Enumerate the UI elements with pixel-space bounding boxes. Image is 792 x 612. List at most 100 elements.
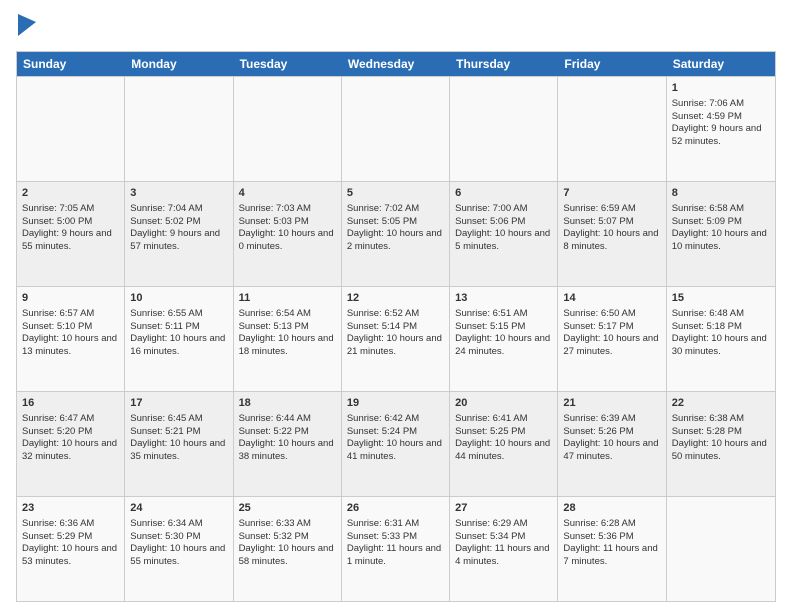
day-info: Sunrise: 7:00 AM Sunset: 5:06 PM Dayligh… — [455, 203, 550, 252]
calendar-day-cell: 10Sunrise: 6:55 AM Sunset: 5:11 PM Dayli… — [125, 287, 233, 391]
day-info: Sunrise: 6:48 AM Sunset: 5:18 PM Dayligh… — [672, 308, 767, 357]
calendar-day-cell: 27 Sunrise: 6:29 AM Sunset: 5:34 PM Dayli… — [450, 497, 558, 601]
day-info: Sunrise: 6:29 AM Sunset: 5:34 PM Dayligh… — [455, 518, 549, 567]
day-number: 12 — [347, 291, 444, 306]
day-info: Sunrise: 6:55 AM Sunset: 5:11 PM Dayligh… — [130, 308, 225, 357]
day-info: Sunrise: 6:36 AM Sunset: 5:29 PM Dayligh… — [22, 518, 117, 567]
calendar-day-cell: 15 Sunrise: 6:48 AM Sunset: 5:18 PM Dayli… — [667, 287, 775, 391]
calendar-row: 2Sunrise: 7:05 AM Sunset: 5:00 PM Daylig… — [17, 181, 775, 286]
day-info: Sunrise: 7:02 AM Sunset: 5:05 PM Dayligh… — [347, 203, 442, 252]
day-info: Sunrise: 6:31 AM Sunset: 5:33 PM Dayligh… — [347, 518, 441, 567]
weekday-header: Monday — [125, 52, 233, 76]
day-info: Sunrise: 6:51 AM Sunset: 5:15 PM Dayligh… — [455, 308, 550, 357]
calendar-day-cell: 20 Sunrise: 6:41 AM Sunset: 5:25 PM Dayli… — [450, 392, 558, 496]
day-number: 5 — [347, 186, 444, 201]
calendar-day-cell: 11 Sunrise: 6:54 AM Sunset: 5:13 PM Dayli… — [234, 287, 342, 391]
day-number: 8 — [672, 186, 770, 201]
empty-cell — [17, 77, 125, 181]
calendar-day-cell: 16 Sunrise: 6:47 AM Sunset: 5:20 PM Dayli… — [17, 392, 125, 496]
day-number: 6 — [455, 186, 552, 201]
day-info: Sunrise: 6:52 AM Sunset: 5:14 PM Dayligh… — [347, 308, 442, 357]
calendar-day-cell: 9 Sunrise: 6:57 AM Sunset: 5:10 PM Daylig… — [17, 287, 125, 391]
calendar: SundayMondayTuesdayWednesdayThursdayFrid… — [16, 51, 776, 602]
weekday-header: Thursday — [450, 52, 558, 76]
day-info: Sunrise: 6:41 AM Sunset: 5:25 PM Dayligh… — [455, 413, 550, 462]
calendar-row: 1 Sunrise: 7:06 AM Sunset: 4:59 PM Daylig… — [17, 76, 775, 181]
day-info: Sunrise: 6:39 AM Sunset: 5:26 PM Dayligh… — [563, 413, 658, 462]
day-info: Sunrise: 6:57 AM Sunset: 5:10 PM Dayligh… — [22, 308, 117, 357]
day-info: Sunrise: 6:45 AM Sunset: 5:21 PM Dayligh… — [130, 413, 225, 462]
day-info: Sunrise: 6:42 AM Sunset: 5:24 PM Dayligh… — [347, 413, 442, 462]
calendar-body: 1 Sunrise: 7:06 AM Sunset: 4:59 PM Daylig… — [17, 76, 775, 601]
calendar-day-cell: 3 Sunrise: 7:04 AM Sunset: 5:02 PM Daylig… — [125, 182, 233, 286]
calendar-day-cell: 24Sunrise: 6:34 AM Sunset: 5:30 PM Dayli… — [125, 497, 233, 601]
weekday-header: Saturday — [667, 52, 775, 76]
calendar-day-cell: 23 Sunrise: 6:36 AM Sunset: 5:29 PM Dayli… — [17, 497, 125, 601]
day-number: 11 — [239, 291, 336, 306]
calendar-day-cell: 7 Sunrise: 6:59 AM Sunset: 5:07 PM Daylig… — [558, 182, 666, 286]
logo — [16, 20, 36, 43]
empty-cell — [125, 77, 233, 181]
day-info: Sunrise: 6:50 AM Sunset: 5:17 PM Dayligh… — [563, 308, 658, 357]
day-info: Sunrise: 6:47 AM Sunset: 5:20 PM Dayligh… — [22, 413, 117, 462]
day-info: Sunrise: 6:58 AM Sunset: 5:09 PM Dayligh… — [672, 203, 767, 252]
day-info: Sunrise: 7:05 AM Sunset: 5:00 PM Dayligh… — [22, 203, 112, 252]
calendar-row: 9 Sunrise: 6:57 AM Sunset: 5:10 PM Daylig… — [17, 286, 775, 391]
day-number: 19 — [347, 396, 444, 411]
day-info: Sunrise: 7:06 AM Sunset: 4:59 PM Dayligh… — [672, 98, 762, 147]
calendar-day-cell: 18 Sunrise: 6:44 AM Sunset: 5:22 PM Dayli… — [234, 392, 342, 496]
calendar-row: 16 Sunrise: 6:47 AM Sunset: 5:20 PM Dayli… — [17, 391, 775, 496]
day-info: Sunrise: 6:33 AM Sunset: 5:32 PM Dayligh… — [239, 518, 334, 567]
day-info: Sunrise: 6:38 AM Sunset: 5:28 PM Dayligh… — [672, 413, 767, 462]
calendar-day-cell: 5 Sunrise: 7:02 AM Sunset: 5:05 PM Daylig… — [342, 182, 450, 286]
weekday-header: Friday — [558, 52, 666, 76]
calendar-day-cell: 22 Sunrise: 6:38 AM Sunset: 5:28 PM Dayli… — [667, 392, 775, 496]
empty-cell — [667, 497, 775, 601]
calendar-header: SundayMondayTuesdayWednesdayThursdayFrid… — [17, 52, 775, 76]
calendar-day-cell: 8 Sunrise: 6:58 AM Sunset: 5:09 PM Daylig… — [667, 182, 775, 286]
day-info: Sunrise: 7:03 AM Sunset: 5:03 PM Dayligh… — [239, 203, 334, 252]
calendar-day-cell: 19 Sunrise: 6:42 AM Sunset: 5:24 PM Dayli… — [342, 392, 450, 496]
day-number: 20 — [455, 396, 552, 411]
empty-cell — [450, 77, 558, 181]
day-number: 16 — [22, 396, 119, 411]
calendar-day-cell: 26 Sunrise: 6:31 AM Sunset: 5:33 PM Dayli… — [342, 497, 450, 601]
calendar-day-cell: 1 Sunrise: 7:06 AM Sunset: 4:59 PM Daylig… — [667, 77, 775, 181]
weekday-header: Tuesday — [234, 52, 342, 76]
empty-cell — [342, 77, 450, 181]
empty-cell — [234, 77, 342, 181]
day-number: 23 — [22, 501, 119, 516]
weekday-header: Wednesday — [342, 52, 450, 76]
day-info: Sunrise: 6:44 AM Sunset: 5:22 PM Dayligh… — [239, 413, 334, 462]
calendar-day-cell: 6 Sunrise: 7:00 AM Sunset: 5:06 PM Daylig… — [450, 182, 558, 286]
day-number: 14 — [563, 291, 660, 306]
day-info: Sunrise: 6:59 AM Sunset: 5:07 PM Dayligh… — [563, 203, 658, 252]
day-number: 13 — [455, 291, 552, 306]
day-number: 4 — [239, 186, 336, 201]
day-number: 28 — [563, 501, 660, 516]
calendar-row: 23 Sunrise: 6:36 AM Sunset: 5:29 PM Dayli… — [17, 496, 775, 601]
day-number: 22 — [672, 396, 770, 411]
calendar-day-cell: 28Sunrise: 6:28 AM Sunset: 5:36 PM Dayli… — [558, 497, 666, 601]
day-number: 3 — [130, 186, 227, 201]
day-number: 1 — [672, 81, 770, 96]
logo-icon — [18, 14, 36, 36]
day-number: 24 — [130, 501, 227, 516]
calendar-day-cell: 2Sunrise: 7:05 AM Sunset: 5:00 PM Daylig… — [17, 182, 125, 286]
page-header — [16, 16, 776, 43]
empty-cell — [558, 77, 666, 181]
calendar-day-cell: 25Sunrise: 6:33 AM Sunset: 5:32 PM Dayli… — [234, 497, 342, 601]
day-number: 15 — [672, 291, 770, 306]
day-number: 9 — [22, 291, 119, 306]
day-number: 27 — [455, 501, 552, 516]
day-number: 7 — [563, 186, 660, 201]
day-number: 21 — [563, 396, 660, 411]
day-info: Sunrise: 7:04 AM Sunset: 5:02 PM Dayligh… — [130, 203, 220, 252]
weekday-header: Sunday — [17, 52, 125, 76]
calendar-day-cell: 4 Sunrise: 7:03 AM Sunset: 5:03 PM Daylig… — [234, 182, 342, 286]
day-number: 26 — [347, 501, 444, 516]
day-info: Sunrise: 6:54 AM Sunset: 5:13 PM Dayligh… — [239, 308, 334, 357]
calendar-day-cell: 17Sunrise: 6:45 AM Sunset: 5:21 PM Dayli… — [125, 392, 233, 496]
calendar-day-cell: 13 Sunrise: 6:51 AM Sunset: 5:15 PM Dayli… — [450, 287, 558, 391]
day-number: 18 — [239, 396, 336, 411]
